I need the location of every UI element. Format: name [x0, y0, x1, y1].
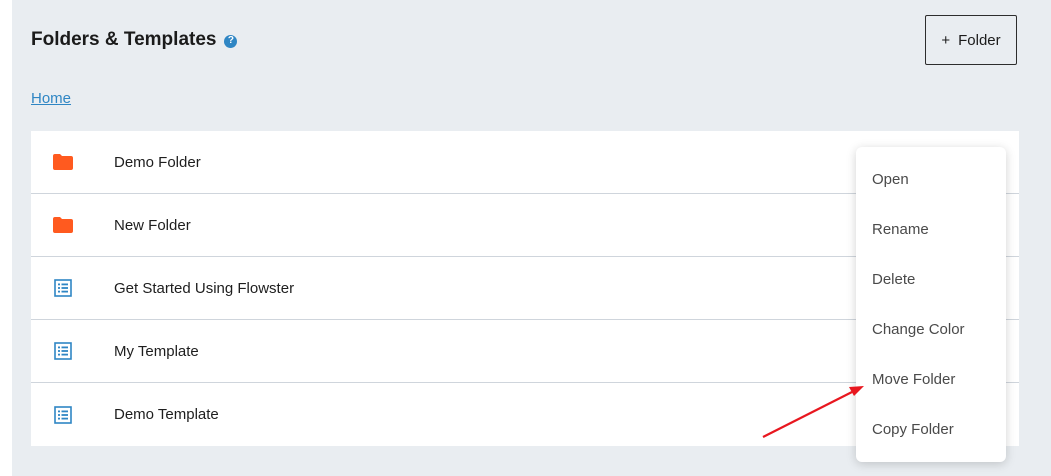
template-list-icon: [53, 278, 73, 298]
menu-item-delete[interactable]: Delete: [872, 271, 915, 288]
page-header: Folders & Templates ?: [31, 29, 238, 51]
context-menu: Open Rename Delete Change Color Move Fol…: [856, 147, 1006, 462]
list-item-label: Demo Folder: [114, 153, 201, 171]
page-title: Folders & Templates: [31, 29, 217, 50]
menu-item-open[interactable]: Open: [872, 171, 909, 188]
menu-item-change-color[interactable]: Change Color: [872, 321, 965, 338]
add-folder-label: Folder: [958, 31, 1001, 49]
folder-icon: [53, 215, 73, 235]
template-list-icon: [53, 405, 73, 425]
list-item-label: My Template: [114, 342, 199, 360]
breadcrumb-home-link[interactable]: Home: [31, 90, 71, 107]
add-folder-button[interactable]: + Folder: [925, 15, 1017, 65]
list-item-label: Get Started Using Flowster: [114, 279, 295, 297]
menu-item-rename[interactable]: Rename: [872, 221, 929, 238]
plus-icon: +: [941, 31, 951, 49]
list-item-label: New Folder: [114, 216, 191, 234]
folder-icon: [53, 152, 73, 172]
template-list-icon: [53, 341, 73, 361]
question-circle-icon[interactable]: ?: [224, 34, 238, 48]
list-item-label: Demo Template: [114, 406, 219, 423]
menu-item-move-folder[interactable]: Move Folder: [872, 371, 955, 388]
menu-item-copy-folder[interactable]: Copy Folder: [872, 421, 954, 438]
